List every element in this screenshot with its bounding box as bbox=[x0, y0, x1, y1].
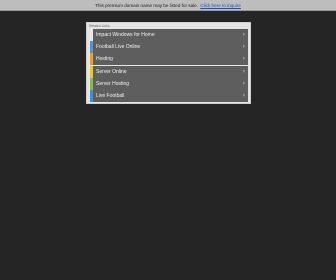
link-label: Server Hosting bbox=[96, 80, 130, 87]
related-link-server-hosting[interactable]: Server Hosting › bbox=[90, 77, 248, 90]
chevron-right-icon: › bbox=[242, 91, 245, 99]
related-links-list: Impact Windows for Home › Football Live … bbox=[90, 29, 248, 102]
related-link-live-football[interactable]: Live Football › bbox=[90, 89, 248, 102]
chevron-right-icon: › bbox=[242, 55, 245, 63]
link-label: Hosting bbox=[96, 56, 113, 63]
link-label: Football Live Online bbox=[96, 44, 141, 51]
link-label: Live Football bbox=[96, 92, 125, 99]
related-links-panel: Related Links Impact Windows for Home › … bbox=[86, 22, 251, 104]
related-link-server-online[interactable]: Server Online › bbox=[90, 65, 248, 78]
related-link-impact-windows[interactable]: Impact Windows for Home › bbox=[90, 29, 248, 41]
chevron-right-icon: › bbox=[242, 31, 245, 38]
link-label: Server Online bbox=[96, 68, 127, 75]
panel-header: Related Links bbox=[89, 24, 110, 28]
chevron-right-icon: › bbox=[242, 43, 245, 51]
chevron-right-icon: › bbox=[242, 79, 245, 87]
domain-notice-text: This premium domain name may be listed f… bbox=[95, 3, 198, 8]
link-label: Impact Windows for Home bbox=[96, 32, 155, 38]
inquire-link[interactable]: Click here to inquire bbox=[200, 3, 241, 8]
related-link-hosting[interactable]: Hosting › bbox=[90, 53, 248, 66]
chevron-right-icon: › bbox=[242, 67, 245, 75]
domain-notice-bar: This premium domain name may be listed f… bbox=[0, 0, 336, 11]
related-link-football-live-online[interactable]: Football Live Online › bbox=[90, 41, 248, 54]
